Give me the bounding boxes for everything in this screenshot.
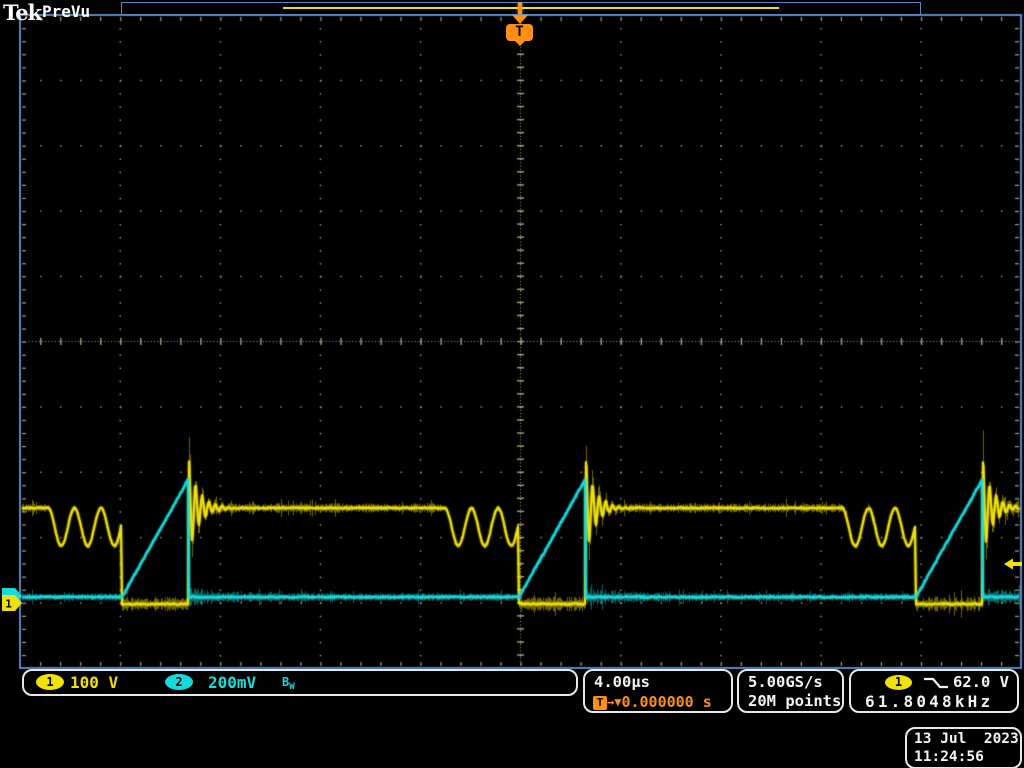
- bw-subscript: W: [289, 682, 294, 692]
- trigger-frequency-readout: 61.8048kHz: [865, 692, 993, 711]
- trigger-t-badge-icon: T: [593, 696, 607, 710]
- channel-readout-box[interactable]: 1 100 V 2 200mV BW: [22, 669, 578, 696]
- trigger-source-badge: 1: [885, 675, 912, 690]
- trigger-level-arrow-icon[interactable]: [1002, 557, 1024, 571]
- date-readout: 13 Jul 2023: [914, 731, 1019, 747]
- time-readout: 11:24:56: [914, 749, 984, 765]
- oscilloscope-screen: Tek PreVu T 1 1 100 V 2 200mV BW 4.00µs …: [0, 0, 1024, 768]
- tek-logo: Tek: [3, 0, 41, 25]
- trigger-level-readout: 62.0 V: [953, 673, 1009, 691]
- ch2-badge[interactable]: 2: [165, 674, 193, 690]
- acquisition-readout-box[interactable]: 5.00GS/s 20M points: [737, 669, 844, 713]
- trigger-position-arrows-icon: →▼: [607, 695, 621, 709]
- sample-rate-readout: 5.00GS/s: [748, 673, 823, 691]
- ch2-bandwidth-limit-indicator: BW: [282, 675, 295, 692]
- ch1-badge[interactable]: 1: [36, 674, 64, 690]
- record-length-readout: 20M points: [748, 692, 841, 710]
- record-view-bar[interactable]: [121, 2, 921, 15]
- ch1-scale-readout: 100 V: [70, 673, 118, 692]
- trigger-position-flag[interactable]: T: [506, 24, 533, 41]
- ch2-scale-readout: 200mV: [208, 673, 256, 692]
- trigger-readout-box[interactable]: 1 62.0 V 61.8048kHz: [849, 669, 1019, 713]
- acquisition-status-label: PreVu: [42, 2, 90, 21]
- trigger-position-triangle-icon[interactable]: [512, 15, 528, 24]
- timebase-readout: 4.00µs: [594, 673, 650, 691]
- graticule-and-waveform-canvas: [0, 0, 1024, 768]
- trigger-position-readout: T→▼0.000000 s: [593, 692, 712, 711]
- trigger-falling-slope-icon: [923, 676, 949, 690]
- record-view-waveform-line: [283, 7, 779, 9]
- trigger-flag-point-icon: [515, 41, 525, 46]
- trigger-position-value: 0.000000 s: [621, 693, 711, 711]
- horizontal-readout-box[interactable]: 4.00µs T→▼0.000000 s: [583, 669, 733, 713]
- channel-markers: 1: [0, 580, 30, 620]
- datetime-box: 13 Jul 2023 11:24:56: [905, 727, 1022, 768]
- ch1-marker-label: 1: [5, 598, 12, 611]
- record-view-trigger-marker[interactable]: [518, 3, 522, 14]
